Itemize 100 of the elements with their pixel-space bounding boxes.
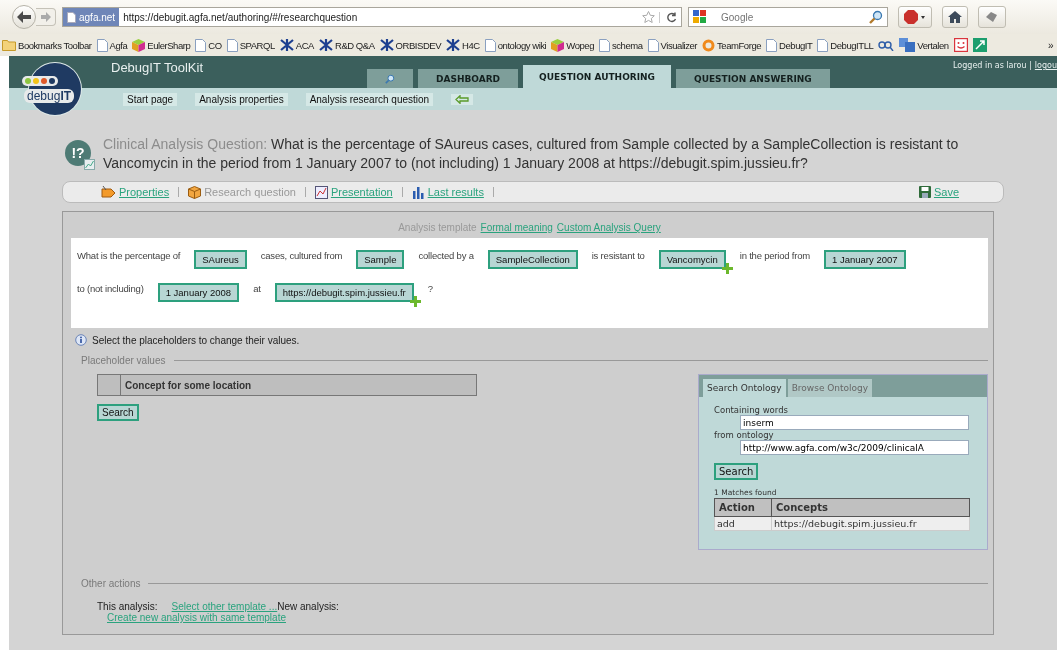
cube-icon[interactable] <box>132 38 146 52</box>
translate-icon[interactable] <box>899 38 916 52</box>
current-page-label: Research question <box>204 186 296 198</box>
box-icon <box>188 185 202 199</box>
bookmark-link[interactable]: H4C <box>462 39 480 51</box>
bookmark-link[interactable]: TeamForge <box>717 39 762 51</box>
placeholder-button[interactable]: SampleCollection <box>487 250 578 269</box>
search-icon <box>385 72 395 85</box>
page-icon[interactable] <box>647 38 659 52</box>
reload-icon[interactable] <box>659 11 677 23</box>
nav-tab[interactable]: QUESTION AUTHORING <box>523 65 671 88</box>
search-button[interactable]: Search <box>97 404 139 421</box>
sentence-text: What is the percentage of <box>77 249 181 261</box>
action-label: New analysis: <box>277 601 339 612</box>
placeholder-button[interactable]: SAureus <box>194 250 247 269</box>
field-label: from ontology <box>714 430 774 440</box>
adblock-button[interactable] <box>898 6 932 28</box>
breadcrumb-link[interactable]: Start page <box>123 92 178 106</box>
placeholder-button[interactable]: 1 January 2007 <box>824 250 906 269</box>
forward-arrow-icon <box>40 12 51 22</box>
bookmark-link[interactable]: DebugIT <box>779 39 813 51</box>
bookmark-link[interactable]: ORBISDEV <box>395 39 442 51</box>
bookmark-link[interactable]: ACA <box>295 39 314 51</box>
asterisk-icon[interactable] <box>279 39 294 51</box>
asterisk-icon[interactable] <box>318 39 333 51</box>
plus-icon[interactable] <box>409 296 421 307</box>
back-button[interactable] <box>12 5 36 29</box>
asterisk-icon[interactable] <box>379 39 394 51</box>
search-icon[interactable] <box>869 10 883 24</box>
section-legend: Other actions <box>81 578 141 589</box>
words-input-field[interactable]: inserm <box>740 415 969 430</box>
question-title: Clinical Analysis Question: What is the percentage of SAureus cases, cultured from Sample collected by a SampleCollection is resistant to Vancomycin in the period from 1 January 2007 to (not including) 1 January 2008 at https://debugit.spim.jussieu.fr? <box>103 135 960 173</box>
page-icon[interactable] <box>817 38 829 52</box>
placeholder-button[interactable]: Vancomycin <box>658 250 726 269</box>
home-button[interactable] <box>942 6 968 28</box>
smiley-icon[interactable] <box>953 38 968 52</box>
login-status: Logged in as larou | <box>953 61 1032 70</box>
site-identity-badge[interactable]: agfa.net <box>63 8 120 26</box>
column-header: Action <box>714 498 772 517</box>
sentence-text: in the period from <box>739 249 811 261</box>
asterisk-icon[interactable] <box>446 39 461 51</box>
breadcrumb-link[interactable]: Analysis research question <box>305 92 434 106</box>
page-icon[interactable] <box>484 38 496 52</box>
page-icon[interactable] <box>598 38 610 52</box>
arrows-icon[interactable] <box>972 38 987 52</box>
left-arrow-icon <box>455 94 470 104</box>
question-mark-icon: !? <box>65 140 91 166</box>
bookmark-link[interactable]: DebugITLL <box>830 39 874 51</box>
nav-tab[interactable]: DASHBOARD <box>418 69 519 88</box>
bookmark-link[interactable]: R&D Q&A <box>334 39 375 51</box>
glasses-icon[interactable] <box>878 39 895 51</box>
hint-text: Select the placeholders to change their values. <box>92 334 300 346</box>
nav-tab[interactable]: QUESTION ANSWERING <box>676 69 830 88</box>
address-bar[interactable]: agfa.net https://debugit.agfa.net/authoring/#/researchquestion <box>62 7 682 27</box>
back-arrow-button[interactable] <box>451 93 474 105</box>
bookmark-link[interactable]: Vertalen <box>917 39 949 51</box>
sentence-text: to (not including) <box>77 282 144 294</box>
field-label: Containing words <box>714 405 788 415</box>
chart-badge-icon <box>84 159 95 170</box>
stop-sign-icon <box>904 10 926 24</box>
sentence-text: collected by a <box>418 249 474 261</box>
bookmark-link[interactable]: ontology wiki <box>497 39 547 51</box>
plus-icon[interactable] <box>721 263 733 274</box>
info-icon <box>75 334 87 346</box>
breadcrumb-link[interactable]: Analysis properties <box>195 92 288 106</box>
bar-chart-icon <box>411 185 425 199</box>
sentence-text: at <box>253 282 261 294</box>
folder-icon[interactable] <box>2 39 16 51</box>
more-bookmarks-button[interactable]: » <box>1047 39 1053 51</box>
page-icon[interactable] <box>766 38 778 52</box>
page-icon[interactable] <box>226 38 238 52</box>
home-icon <box>948 11 962 23</box>
sentence-text: ? <box>427 282 433 294</box>
placeholder-button[interactable]: https://debugit.spim.jussieu.fr <box>274 283 414 302</box>
page-icon[interactable] <box>195 38 207 52</box>
bookmark-link[interactable]: Visualizer <box>660 39 698 51</box>
extension-icon <box>984 11 1000 23</box>
extension-button[interactable] <box>978 6 1006 28</box>
bookmark-link[interactable]: Wopeg <box>566 39 594 51</box>
ontology-input-field[interactable]: http://www.agfa.com/w3c/2009/clinicalA <box>740 440 969 455</box>
placeholder-button[interactable]: 1 January 2008 <box>157 283 240 302</box>
google-logo-icon <box>693 10 707 24</box>
search-field[interactable]: Google <box>688 7 888 27</box>
placeholder-button[interactable]: Sample <box>356 250 405 269</box>
section-legend: Placeholder values <box>81 355 166 366</box>
bookmark-link[interactable]: schema <box>611 39 643 51</box>
bookmark-link[interactable]: Bookmarks Toolbar <box>18 39 92 51</box>
tag-icon <box>101 186 116 198</box>
bookmark-link[interactable]: EulerSharp <box>147 39 191 51</box>
page-icon[interactable] <box>96 38 108 52</box>
star-icon[interactable] <box>642 11 655 23</box>
column-header: Concepts <box>771 498 970 517</box>
ring-icon[interactable] <box>702 38 716 52</box>
bookmark-link[interactable]: Agfa <box>109 39 128 51</box>
ontology-tab[interactable]: Search Ontology <box>703 379 786 397</box>
bookmark-link[interactable]: SPARQL <box>239 39 275 51</box>
bookmark-link[interactable]: CO <box>208 39 222 51</box>
search-button[interactable]: Search <box>714 463 759 480</box>
logout-link[interactable]: logou <box>1034 61 1057 70</box>
cube-icon[interactable] <box>551 38 565 52</box>
